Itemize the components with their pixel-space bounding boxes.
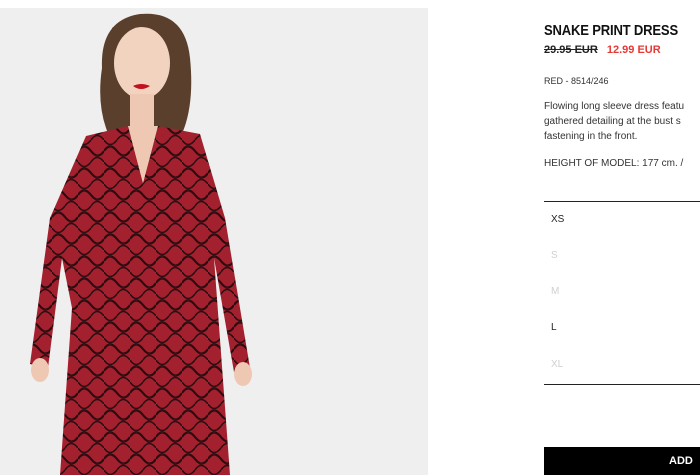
- description-line: Flowing long sleeve dress featu: [544, 101, 685, 112]
- model-illustration: [0, 8, 428, 475]
- model-height-info: HEIGHT OF MODEL: 177 cm. /: [544, 158, 684, 169]
- price-row: 29.95 EUR 12.99 EUR: [544, 44, 661, 56]
- size-option-s[interactable]: S: [551, 250, 558, 261]
- product-title: SNAKE PRINT DRESS: [544, 23, 678, 39]
- size-selector: XS S M L XL: [544, 201, 700, 385]
- color-reference: RED - 8514/246: [544, 76, 609, 86]
- size-option-xs[interactable]: XS: [551, 214, 564, 225]
- original-price: 29.95 EUR: [544, 44, 598, 56]
- add-to-cart-button[interactable]: ADD: [544, 447, 700, 475]
- size-option-xl[interactable]: XL: [551, 359, 563, 370]
- product-details: SNAKE PRINT DRESS 29.95 EUR 12.99 EUR RE…: [544, 0, 700, 475]
- description-line: gathered detailing at the bust s: [544, 116, 681, 127]
- product-photo[interactable]: [0, 8, 428, 475]
- sale-price: 12.99 EUR: [606, 44, 661, 56]
- product-description: Flowing long sleeve dress featu gathered…: [544, 99, 700, 144]
- size-option-m[interactable]: M: [551, 286, 559, 297]
- description-line: fastening in the front.: [544, 131, 638, 142]
- size-option-l[interactable]: L: [551, 322, 557, 333]
